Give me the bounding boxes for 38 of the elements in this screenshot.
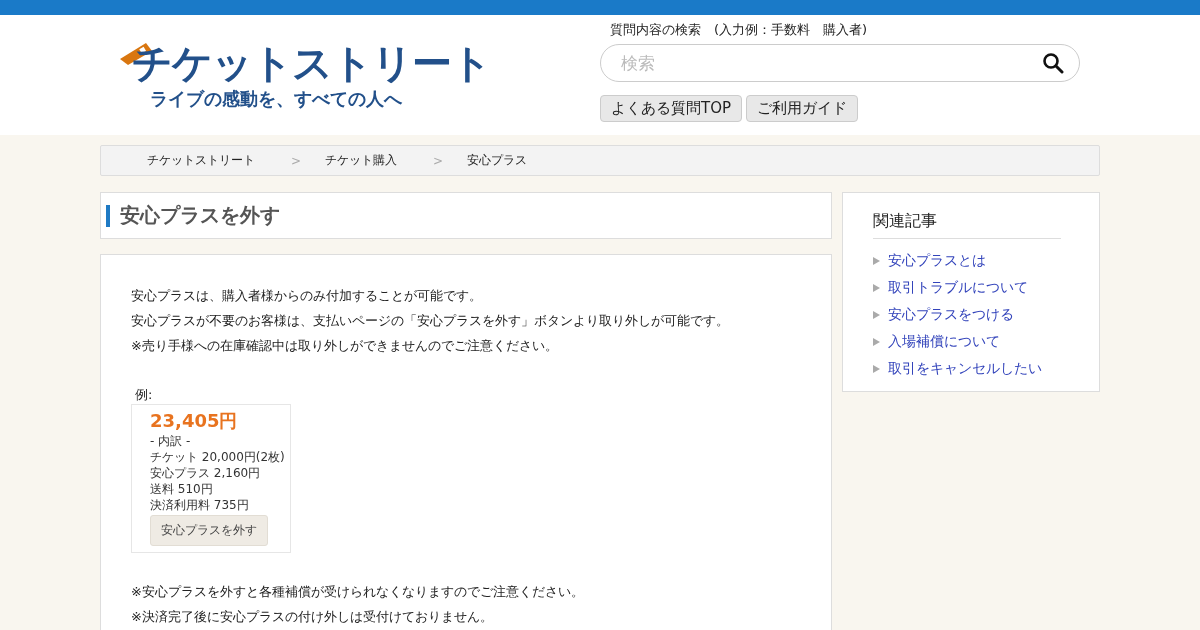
- breakdown-line: - 内訳 -: [150, 433, 192, 449]
- related-link[interactable]: 安心プラスをつける: [888, 305, 1015, 324]
- paragraph: 安心プラスは、購入者様からのみ付加することが可能です。: [131, 287, 483, 305]
- total-price: 23,405円: [150, 409, 239, 433]
- search-label: 質問内容の検索 (入力例：手数料 購入者): [610, 21, 869, 39]
- breadcrumb-item: 安心プラス: [467, 152, 528, 169]
- breakdown-line: チケット 20,000円(2枚): [150, 449, 286, 465]
- search-icon[interactable]: [1042, 52, 1064, 74]
- remove-button[interactable]: 安心プラスを外す: [150, 515, 268, 546]
- logo-tagline: ライブの感動を、すべての人へ: [150, 87, 403, 111]
- search-field[interactable]: 検索: [600, 44, 1080, 82]
- triangle-icon: [873, 256, 881, 265]
- article-title: 安心プラスを外す: [120, 202, 280, 229]
- nav-button[interactable]: よくある質問TOP: [600, 95, 742, 122]
- sidebar-title: 関連記事: [873, 211, 1062, 239]
- breadcrumb-separator: >: [433, 153, 444, 168]
- related-link[interactable]: 入場補償について: [888, 332, 1001, 351]
- nav-button[interactable]: ご利用ガイド: [746, 95, 858, 122]
- note: ※安心プラスを外すと各種補償が受けられなくなりますのでご注意ください。: [131, 583, 585, 601]
- related-link[interactable]: 取引をキャンセルしたい: [888, 359, 1043, 378]
- title-accent-bar: [106, 204, 110, 227]
- triangle-icon: [873, 310, 881, 319]
- related-link[interactable]: 安心プラスとは: [888, 251, 987, 270]
- logo-text[interactable]: チケットストリート: [130, 39, 491, 87]
- breakdown-line: 決済利用料 735円: [150, 497, 250, 513]
- triangle-icon: [873, 283, 881, 292]
- breadcrumb-item[interactable]: チケットストリート: [147, 152, 255, 169]
- paragraph: ※売り手様への在庫確認中は取り外しができませんのでご注意ください。: [131, 337, 559, 355]
- paragraph: 安心プラスが不要のお客様は、支払いページの「安心プラスを外す」ボタンより取り外しが可能です。: [131, 312, 730, 330]
- breakdown-line: 安心プラス 2,160円: [150, 465, 262, 481]
- breadcrumb-item[interactable]: チケット購入: [325, 152, 398, 169]
- breadcrumb-separator: >: [291, 153, 302, 168]
- related-link[interactable]: 取引トラブルについて: [888, 278, 1029, 297]
- example-label: 例:: [135, 386, 154, 404]
- triangle-icon: [873, 337, 881, 346]
- triangle-icon: [873, 364, 881, 373]
- breakdown-line: 送料 510円: [150, 481, 214, 497]
- note: ※決済完了後に安心プラスの付け外しは受付けておりません。: [131, 608, 494, 626]
